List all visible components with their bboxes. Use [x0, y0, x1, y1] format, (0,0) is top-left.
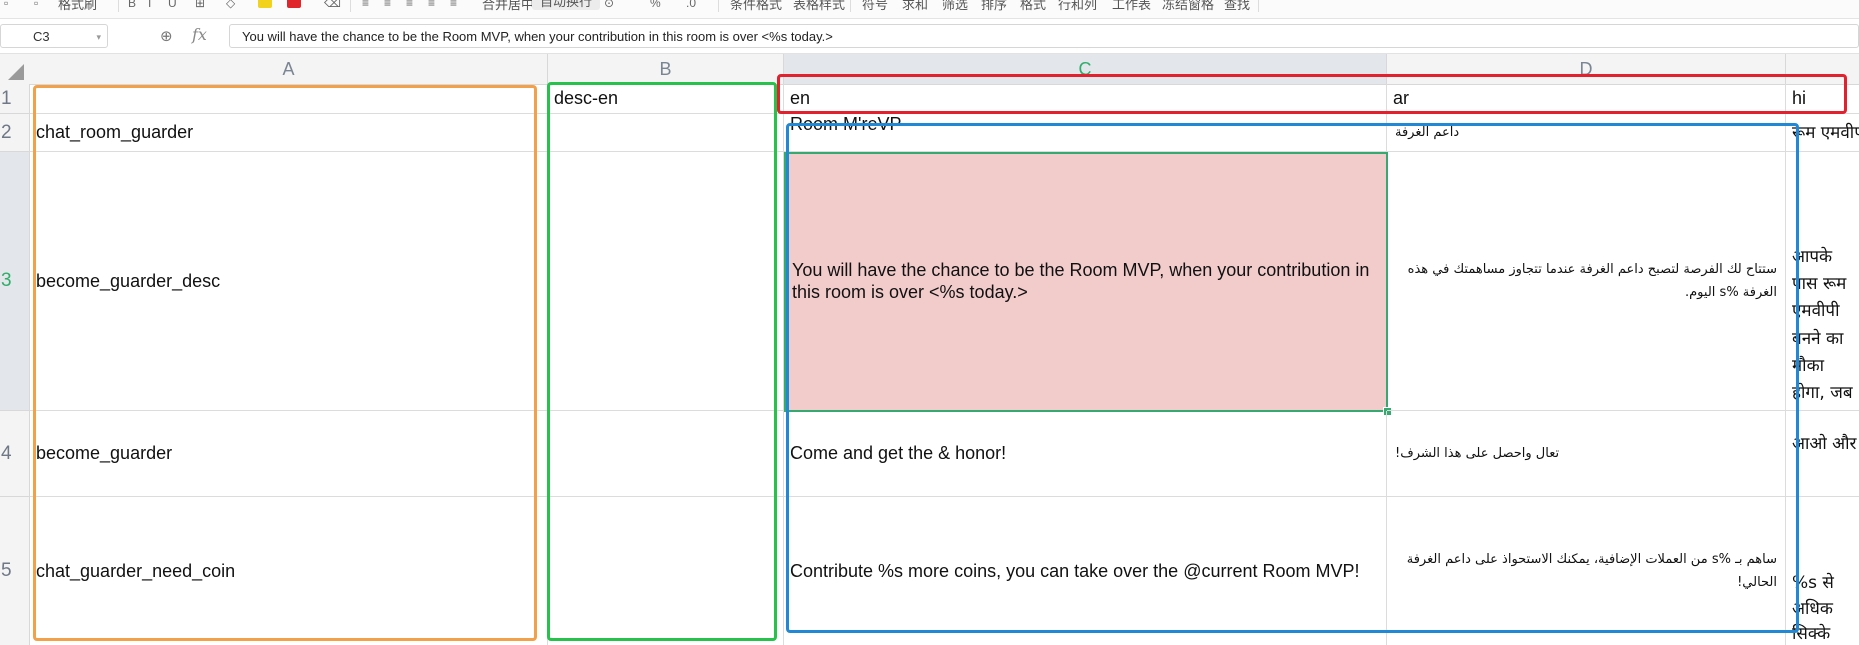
column-header-e[interactable]: [1786, 54, 1859, 84]
find-button[interactable]: 查找: [1224, 0, 1250, 13]
toolbar-divider: [850, 0, 851, 12]
cell-a4[interactable]: become_guarder: [30, 411, 548, 497]
cell-reference-value: C3: [33, 29, 50, 44]
column-header-d[interactable]: D: [1387, 54, 1786, 84]
cell-c1[interactable]: en: [784, 84, 1387, 114]
symbol-button[interactable]: 符号: [862, 0, 888, 13]
toolbar: ▫ ▫ 格式刷 B I U ⊞ ◇ ⌫ ≡ ≡ ≡ ≡ ≡ 合并居中 自动换行 …: [0, 0, 1859, 19]
table-style-button[interactable]: 表格样式: [793, 0, 845, 13]
cell-b3[interactable]: [548, 152, 784, 411]
cell-d5[interactable]: ساهم بـ %s من العملات الإضافية، يمكنك ال…: [1387, 497, 1786, 645]
column-header-row: A B C D: [0, 54, 1859, 85]
select-all-corner[interactable]: [0, 54, 30, 84]
zoom-icon[interactable]: ⊕: [160, 27, 173, 45]
cell-e2[interactable]: रूम एमवीपी: [1786, 114, 1859, 152]
fill-icon[interactable]: ◇: [226, 0, 235, 10]
border-icon[interactable]: ⊞: [195, 0, 205, 10]
rows-columns-button[interactable]: 行和列: [1058, 0, 1097, 13]
toolbar-icon[interactable]: ▫: [34, 0, 38, 10]
filter-button[interactable]: 筛选: [942, 0, 968, 13]
row-header-2[interactable]: 2: [0, 114, 30, 152]
align-justify-icon[interactable]: ≡: [428, 0, 435, 10]
distributed-icon[interactable]: ≡: [450, 0, 457, 10]
cell-a5[interactable]: chat_guarder_need_coin: [30, 497, 548, 645]
currency-icon[interactable]: ⊙: [604, 0, 614, 10]
cell-d1[interactable]: ar: [1387, 84, 1786, 114]
merge-center-button[interactable]: 合并居中: [482, 0, 534, 13]
worksheet-button[interactable]: 工作表: [1112, 0, 1151, 13]
row-header-3[interactable]: 3: [0, 152, 30, 411]
toolbar-divider: [350, 0, 351, 12]
cell-e5[interactable]: %s से अधिक सिक्के योगदान करें, आप वर्तमा…: [1786, 497, 1859, 645]
conditional-format-button[interactable]: 条件格式: [730, 0, 782, 13]
toolbar-divider: [1258, 0, 1259, 12]
cell-c2[interactable]: Room M'reVP: [784, 114, 1387, 152]
freeze-panes-button[interactable]: 冻结窗格: [1162, 0, 1214, 13]
align-center-icon[interactable]: ≡: [384, 0, 391, 10]
format-button[interactable]: 格式: [1020, 0, 1046, 13]
row-header-5[interactable]: 5: [0, 497, 30, 645]
chevron-down-icon[interactable]: ▾: [96, 25, 101, 49]
cell-a3[interactable]: become_guarder_desc: [30, 152, 548, 411]
bold-icon[interactable]: B: [128, 0, 136, 10]
align-right-icon[interactable]: ≡: [406, 0, 413, 10]
format-painter-button[interactable]: 格式刷: [58, 0, 97, 13]
formula-bar: C3 ▾ ⊕ fx You will have the chance to be…: [0, 19, 1859, 54]
percent-icon[interactable]: %: [650, 0, 661, 10]
cell-b1[interactable]: desc-en: [548, 84, 784, 114]
column-header-b[interactable]: B: [548, 54, 784, 84]
row-header-4[interactable]: 4: [0, 411, 30, 497]
cell-a1[interactable]: [30, 84, 548, 114]
cell-a2[interactable]: chat_room_guarder: [30, 114, 548, 152]
cell-b2[interactable]: [548, 114, 784, 152]
wrap-text-button[interactable]: 自动换行: [532, 0, 601, 10]
fill-color-swatch[interactable]: [258, 0, 272, 8]
sum-button[interactable]: 求和: [902, 0, 928, 13]
cell-c3-selected[interactable]: You will have the chance to be the Room …: [784, 152, 1388, 412]
cell-c4[interactable]: Come and get the & honor!: [784, 411, 1387, 497]
row-header-1[interactable]: 1: [0, 84, 30, 114]
function-icon[interactable]: fx: [192, 25, 207, 44]
cell-b4[interactable]: [548, 411, 784, 497]
formula-input[interactable]: You will have the chance to be the Room …: [229, 24, 1859, 48]
clear-icon[interactable]: ⌫: [324, 0, 341, 10]
toolbar-divider: [718, 0, 719, 12]
column-header-c[interactable]: C: [784, 54, 1387, 84]
cell-b5[interactable]: [548, 497, 784, 645]
column-header-a[interactable]: A: [30, 54, 548, 84]
cell-d4[interactable]: تعال واحصل على هذا الشرف!: [1387, 411, 1786, 497]
cell-e3[interactable]: आपके पास रूम एमवीपी बनने का मौका होगा, ज…: [1786, 152, 1859, 411]
cell-c5[interactable]: Contribute %s more coins, you can take o…: [784, 497, 1387, 645]
align-left-icon[interactable]: ≡: [362, 0, 369, 10]
cell-d3[interactable]: ستتاح لك الفرصة لتصبح داعم الغرفة عندما …: [1387, 152, 1786, 411]
toolbar-icon[interactable]: ▫: [4, 0, 8, 10]
underline-icon[interactable]: U: [168, 0, 177, 10]
select-all-icon[interactable]: [8, 64, 24, 80]
sort-button[interactable]: 排序: [981, 0, 1007, 13]
cell-d2[interactable]: داعم الغرفة: [1387, 114, 1786, 152]
font-color-swatch[interactable]: [287, 0, 301, 8]
cell-e4[interactable]: आओ और सम्मान पाओ!: [1786, 411, 1859, 497]
cell-e1[interactable]: hi: [1786, 84, 1859, 114]
decimal-icon[interactable]: .0: [686, 0, 696, 10]
toolbar-divider: [118, 0, 119, 12]
italic-icon[interactable]: I: [148, 0, 151, 10]
cell-reference-box[interactable]: C3 ▾: [0, 24, 108, 48]
